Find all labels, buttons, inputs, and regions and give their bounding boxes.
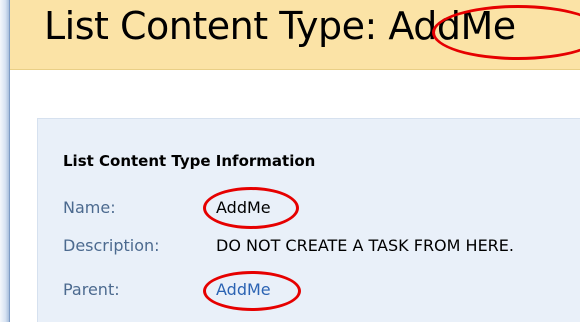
content-spacer [10, 70, 580, 118]
left-navigation-rail [0, 0, 10, 322]
description-value: DO NOT CREATE A TASK FROM HERE. [216, 236, 514, 255]
title-annotation-circle [432, 5, 580, 60]
name-annotation-circle [203, 187, 299, 229]
parent-label: Parent: [63, 280, 120, 299]
list-content-type-information-panel: List Content Type Information Name: AddM… [37, 118, 580, 322]
page-title-band: List Content Type: AddMe [10, 0, 580, 70]
section-heading: List Content Type Information [63, 152, 316, 170]
page: List Content Type: AddMe List Content Ty… [0, 0, 580, 322]
parent-annotation-circle [203, 271, 301, 311]
description-label: Description: [63, 236, 160, 255]
name-label: Name: [63, 198, 116, 217]
